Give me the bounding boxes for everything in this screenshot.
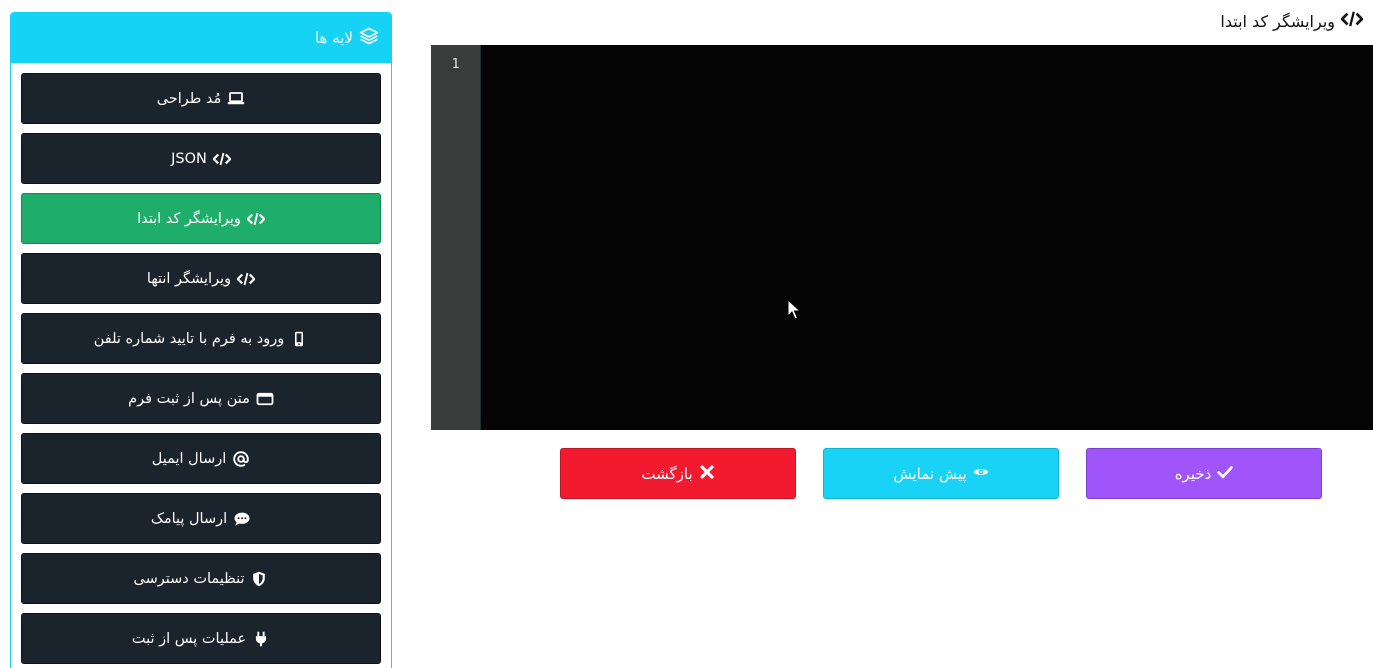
menu-item-access-settings[interactable]: تنظیمات دسترسی — [21, 553, 381, 604]
layers-menu: مُد طراحی JSON ویرایشگر کد ابتدا ویرایشگ… — [21, 73, 381, 668]
code-icon — [212, 151, 231, 167]
menu-item-phone-verification[interactable]: ورود به فرم با تایید شماره تلفن — [21, 313, 381, 364]
code-editor[interactable]: 1 — [431, 45, 1373, 430]
layers-panel-header: لایه ها — [11, 13, 391, 63]
layers-icon — [359, 26, 379, 50]
menu-item-label: ورود به فرم با تایید شماره تلفن — [93, 330, 285, 347]
shield-icon — [250, 571, 268, 587]
eye-icon — [973, 464, 989, 484]
page-title-text: ویرایشگر کد ابتدا — [1220, 11, 1335, 31]
back-button[interactable]: بازگشت — [560, 448, 796, 499]
plug-icon — [252, 631, 270, 647]
at-icon — [232, 450, 250, 467]
menu-item-post-submit-actions[interactable]: عملیات پس از ثبت — [21, 613, 381, 664]
check-icon — [1217, 464, 1234, 484]
menu-item-label: ارسال پیامک — [150, 510, 228, 527]
line-number: 1 — [451, 57, 460, 72]
menu-item-send-sms[interactable]: ارسال پیامک — [21, 493, 381, 544]
mobile-icon — [290, 331, 308, 347]
menu-item-label: عملیات پس از ثبت — [131, 630, 247, 647]
menu-item-design-mode[interactable]: مُد طراحی — [21, 73, 381, 124]
menu-item-label: متن پس از ثبت فرم — [128, 390, 250, 407]
menu-item-post-submit-text[interactable]: متن پس از ثبت فرم — [21, 373, 381, 424]
comment-icon — [233, 511, 251, 527]
code-input-area[interactable] — [482, 45, 1373, 430]
save-button-label: ذخیره — [1174, 464, 1212, 483]
mouse-pointer-icon — [787, 299, 801, 320]
preview-button[interactable]: پیش نمایش — [823, 448, 1059, 499]
code-icon — [246, 211, 265, 227]
line-number-gutter: 1 — [431, 45, 481, 430]
layers-panel: لایه ها مُد طراحی JSON ویرایشگر کد ابتدا… — [10, 12, 392, 668]
code-icon — [237, 271, 256, 287]
window-icon — [256, 391, 274, 407]
menu-item-label: JSON — [171, 150, 207, 167]
menu-item-footer-code-editor[interactable]: ویرایشگر انتها — [21, 253, 381, 304]
laptop-icon — [227, 91, 245, 107]
menu-item-label: ویرایشگر کد ابتدا — [137, 210, 241, 227]
menu-item-label: تنظیمات دسترسی — [133, 570, 245, 587]
page-title: ویرایشگر کد ابتدا — [1220, 10, 1364, 32]
close-icon — [699, 464, 715, 484]
menu-item-send-email[interactable]: ارسال ایمیل — [21, 433, 381, 484]
code-icon — [1340, 10, 1364, 32]
menu-item-label: مُد طراحی — [156, 90, 222, 107]
save-button[interactable]: ذخیره — [1086, 448, 1322, 499]
menu-item-label: ویرایشگر انتها — [146, 270, 232, 287]
menu-item-label: ارسال ایمیل — [151, 450, 227, 467]
menu-item-json[interactable]: JSON — [21, 133, 381, 184]
preview-button-label: پیش نمایش — [893, 464, 967, 483]
menu-item-head-code-editor[interactable]: ویرایشگر کد ابتدا — [21, 193, 381, 244]
layers-panel-title: لایه ها — [314, 29, 353, 47]
back-button-label: بازگشت — [641, 464, 693, 483]
